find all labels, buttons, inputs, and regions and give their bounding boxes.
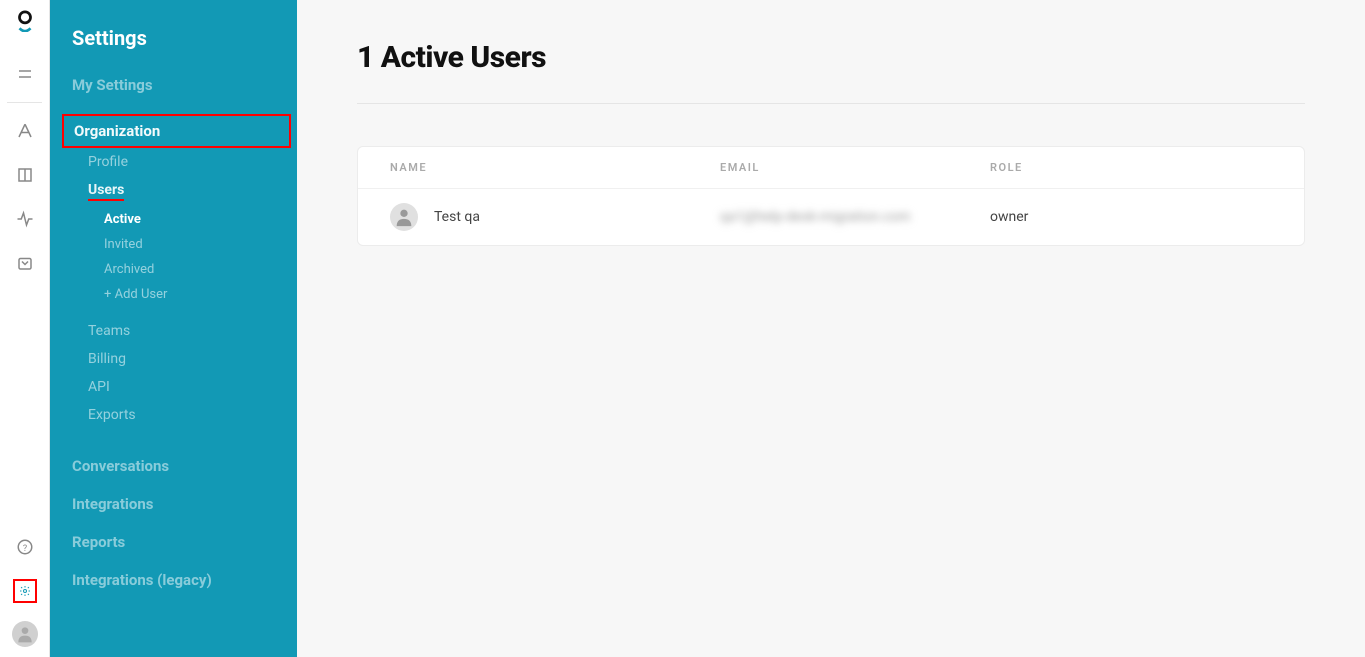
sidebar-item-add-user[interactable]: + Add User	[50, 282, 297, 307]
sidebar-item-users[interactable]: Users	[50, 176, 297, 207]
assist-icon[interactable]	[13, 119, 37, 143]
activity-icon[interactable]	[13, 207, 37, 231]
sidebar-item-users-active[interactable]: Active	[50, 207, 297, 232]
rail-divider	[7, 102, 41, 103]
title-divider	[357, 103, 1305, 104]
sidebar-item-billing[interactable]: Billing	[50, 345, 297, 373]
avatar-icon	[390, 203, 418, 231]
icon-rail: ?	[0, 0, 50, 657]
page-title: 1 Active Users	[357, 40, 1305, 75]
sidebar-item-integrations[interactable]: Integrations	[50, 485, 297, 523]
col-header-email: EMAIL	[720, 161, 990, 174]
settings-sidebar: Settings My Settings Organization Profil…	[50, 0, 297, 657]
cell-name: Test qa	[390, 203, 720, 231]
users-label: Users	[88, 182, 124, 201]
sidebar-item-users-invited[interactable]: Invited	[50, 232, 297, 257]
brand-logo	[14, 10, 36, 32]
user-name: Test qa	[434, 209, 480, 225]
gear-icon[interactable]	[13, 579, 37, 603]
sidebar-item-my-settings[interactable]: My Settings	[50, 66, 297, 104]
sidebar-item-integrations-legacy[interactable]: Integrations (legacy)	[50, 561, 297, 599]
main-content: 1 Active Users NAME EMAIL ROLE Test qa q…	[297, 0, 1365, 657]
sidebar-item-api[interactable]: API	[50, 373, 297, 401]
sidebar-item-exports[interactable]: Exports	[50, 401, 297, 429]
sidebar-item-conversations[interactable]: Conversations	[50, 447, 297, 485]
inbox-icon[interactable]	[13, 251, 37, 275]
avatar[interactable]	[12, 621, 38, 647]
col-header-role: ROLE	[990, 161, 1272, 174]
library-icon[interactable]	[13, 163, 37, 187]
menu-icon[interactable]	[13, 62, 37, 86]
user-email: qa1@help-desk-migration.com	[720, 209, 910, 225]
cell-email: qa1@help-desk-migration.com	[720, 209, 990, 225]
sidebar-title: Settings	[50, 18, 297, 66]
sidebar-item-organization[interactable]: Organization	[62, 114, 291, 148]
table-header: NAME EMAIL ROLE	[358, 147, 1304, 189]
svg-text:?: ?	[22, 544, 26, 554]
users-table: NAME EMAIL ROLE Test qa qa1@help-desk-mi…	[357, 146, 1305, 246]
help-icon[interactable]: ?	[13, 535, 37, 559]
sidebar-item-profile[interactable]: Profile	[50, 148, 297, 176]
table-row[interactable]: Test qa qa1@help-desk-migration.com owne…	[358, 189, 1304, 245]
sidebar-item-teams[interactable]: Teams	[50, 317, 297, 345]
sidebar-item-reports[interactable]: Reports	[50, 523, 297, 561]
rail-bottom: ?	[0, 525, 49, 647]
col-header-name: NAME	[390, 161, 720, 174]
sidebar-item-users-archived[interactable]: Archived	[50, 257, 297, 282]
cell-role: owner	[990, 209, 1272, 225]
